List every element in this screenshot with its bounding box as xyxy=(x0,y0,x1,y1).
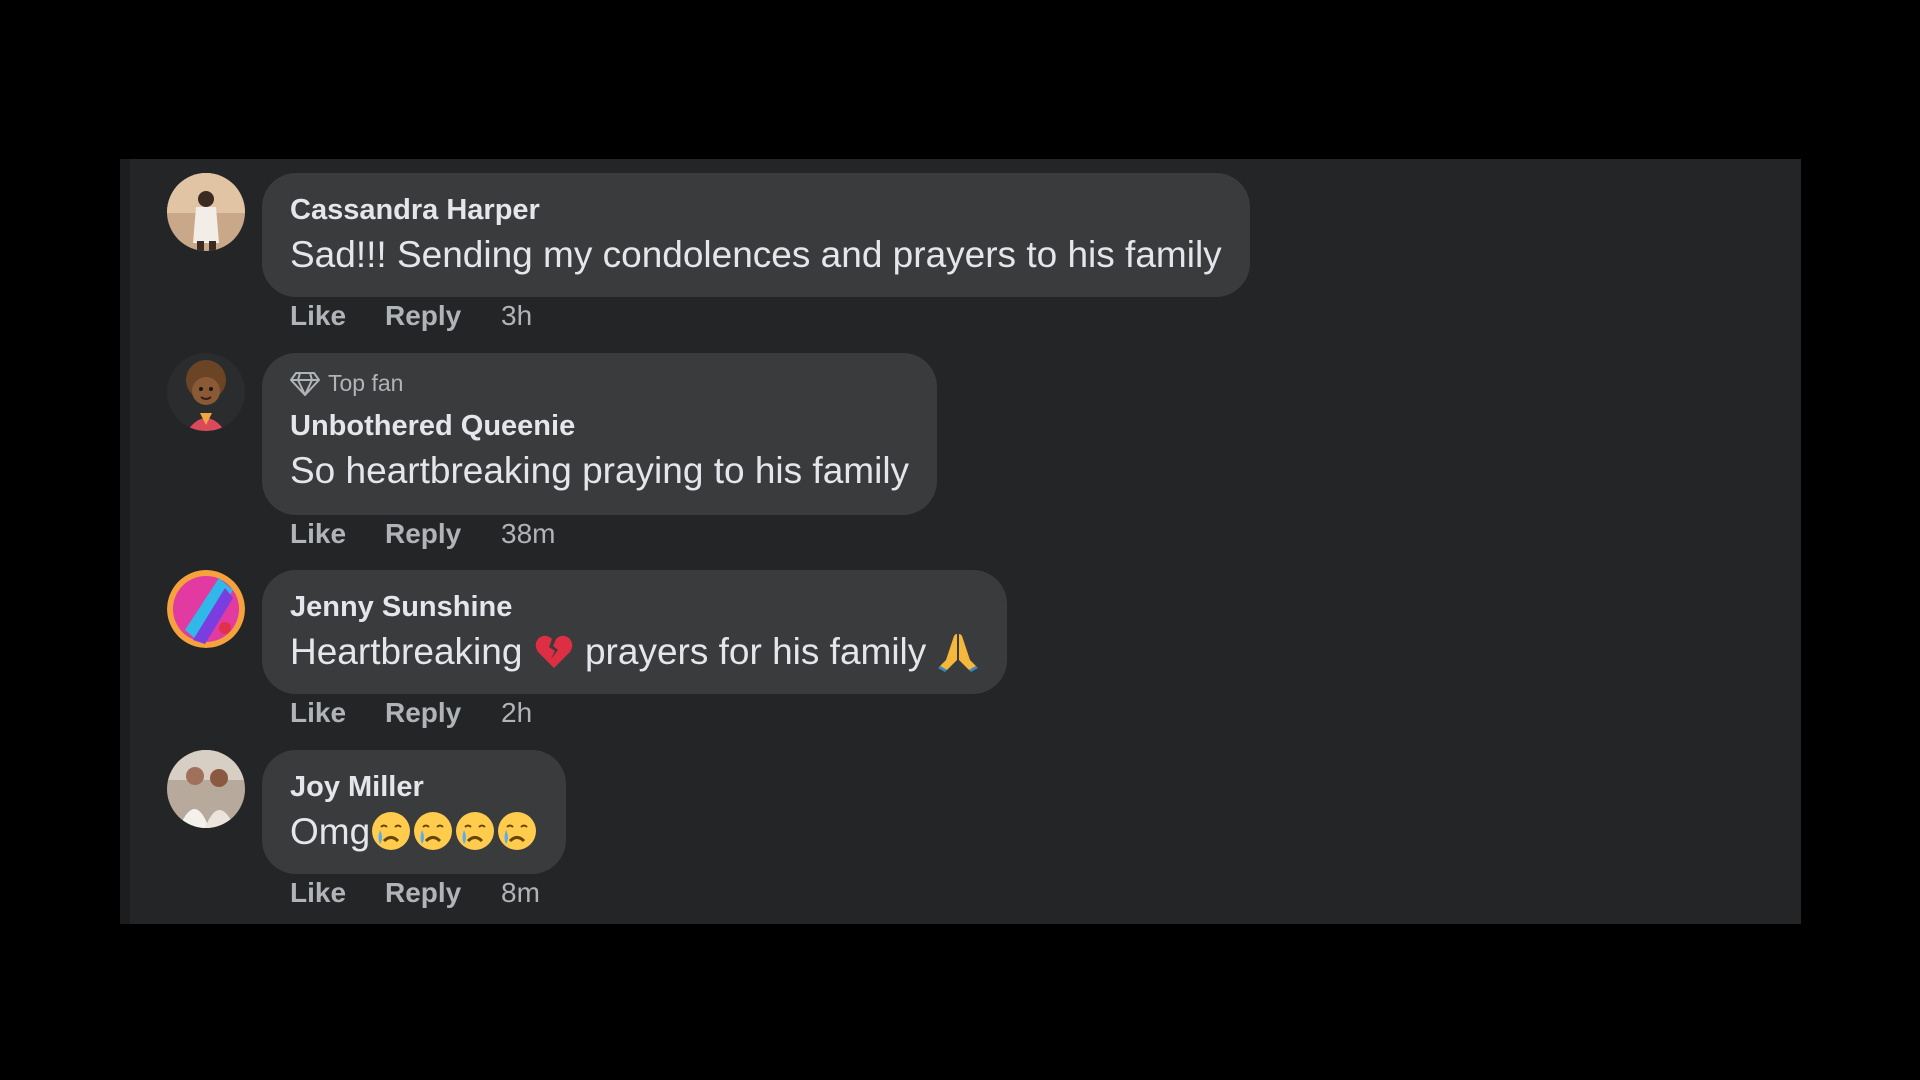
folded-hands-icon xyxy=(937,634,978,672)
crying-face-icon xyxy=(498,812,537,850)
comment-text: So heartbreaking praying to his family xyxy=(290,450,910,491)
diamond-icon xyxy=(290,372,320,396)
comment-timestamp[interactable]: 38m xyxy=(501,518,555,550)
crying-face-icon xyxy=(456,812,495,850)
comment-text-part: Omg xyxy=(290,811,371,852)
comment-text: Heartbreaking prayers for his family xyxy=(290,630,979,674)
comment-actions: Like Reply 2h xyxy=(290,697,532,729)
reply-button[interactable]: Reply xyxy=(385,518,501,550)
comment-timestamp[interactable]: 8m xyxy=(501,877,540,909)
like-button[interactable]: Like xyxy=(290,300,385,332)
crying-face-icon xyxy=(414,812,453,850)
comment-text: Omg xyxy=(290,810,538,854)
comment-timestamp[interactable]: 3h xyxy=(501,300,532,332)
comment-author[interactable]: Cassandra Harper xyxy=(290,193,1222,227)
comment-author[interactable]: Joy Miller xyxy=(290,770,538,804)
reply-button[interactable]: Reply xyxy=(385,877,501,909)
comment-actions: Like Reply 8m xyxy=(290,877,540,909)
comment-text: Sad!!! Sending my condolences and prayer… xyxy=(290,234,1222,275)
avatar[interactable] xyxy=(167,570,245,648)
reply-button[interactable]: Reply xyxy=(385,300,501,332)
avatar[interactable] xyxy=(167,173,245,251)
reply-button[interactable]: Reply xyxy=(385,697,501,729)
top-fan-badge: Top fan xyxy=(290,369,909,397)
comment-text-part: prayers for his family xyxy=(584,631,927,672)
crying-face-icon xyxy=(372,812,411,850)
comment-actions: Like Reply 3h xyxy=(290,300,532,332)
like-button[interactable]: Like xyxy=(290,518,385,550)
avatar[interactable] xyxy=(167,750,245,828)
comment-timestamp[interactable]: 2h xyxy=(501,697,532,729)
like-button[interactable]: Like xyxy=(290,877,385,909)
avatar[interactable] xyxy=(167,353,245,431)
panel-edge xyxy=(120,159,130,924)
comment-bubble: Top fan Unbothered Queenie So heartbreak… xyxy=(262,353,938,515)
comment-author[interactable]: Unbothered Queenie xyxy=(290,409,909,443)
broken-heart-icon xyxy=(535,635,572,668)
comment-author[interactable]: Jenny Sunshine xyxy=(290,590,979,624)
comment-actions: Like Reply 38m xyxy=(290,518,555,550)
top-fan-label: Top fan xyxy=(328,369,404,396)
avatar-photo-icon xyxy=(167,173,245,251)
comment-bubble: Joy Miller Omg xyxy=(262,750,567,874)
avatar-cartoon-icon xyxy=(167,353,245,431)
avatar-photo-icon xyxy=(167,750,245,828)
comment-text-part: Heartbreaking xyxy=(290,631,523,672)
comment-bubble: Cassandra Harper Sad!!! Sending my condo… xyxy=(262,173,1250,297)
comment-bubble: Jenny Sunshine Heartbreaking prayers for… xyxy=(262,570,1007,694)
like-button[interactable]: Like xyxy=(290,697,385,729)
avatar-rainbow-icon xyxy=(167,570,245,648)
